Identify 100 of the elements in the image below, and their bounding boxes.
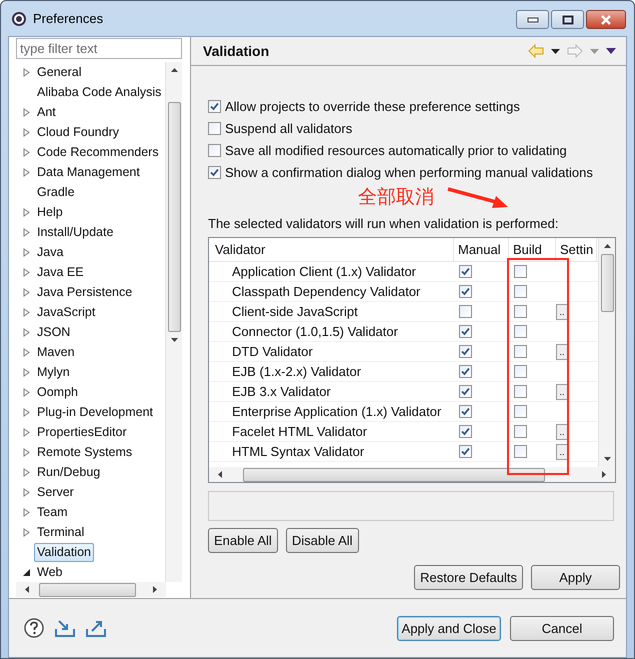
- checkbox[interactable]: [514, 385, 527, 398]
- dialog-button[interactable]: Apply and Close: [397, 616, 501, 640]
- checkbox[interactable]: [459, 405, 472, 418]
- tree-item[interactable]: Server: [34, 482, 77, 502]
- expand-arrow-icon[interactable]: [23, 288, 30, 296]
- expand-arrow-icon[interactable]: [23, 108, 30, 116]
- tree-item[interactable]: Cloud Foundry: [34, 122, 122, 142]
- checkbox[interactable]: [514, 325, 527, 338]
- expand-arrow-icon[interactable]: [23, 468, 30, 476]
- tree-item[interactable]: Oomph: [34, 382, 81, 402]
- tree-item[interactable]: Help: [34, 202, 66, 222]
- checkbox[interactable]: [459, 345, 472, 358]
- expand-arrow-icon[interactable]: [23, 268, 30, 276]
- scroll-thumb[interactable]: [243, 468, 545, 482]
- minimize-button[interactable]: [516, 10, 549, 29]
- tree-item[interactable]: Install/Update: [34, 222, 116, 242]
- import-icon[interactable]: [55, 619, 75, 637]
- checkbox[interactable]: [459, 325, 472, 338]
- tree-item[interactable]: Data Management: [34, 162, 143, 182]
- checkbox[interactable]: [459, 305, 472, 318]
- checkbox[interactable]: [514, 425, 527, 438]
- expand-arrow-icon[interactable]: [23, 208, 30, 216]
- checkbox[interactable]: [459, 385, 472, 398]
- expand-arrow-icon[interactable]: [23, 368, 30, 376]
- tree-item[interactable]: Code Recommenders: [34, 142, 162, 162]
- scroll-thumb[interactable]: [600, 254, 614, 312]
- checkbox[interactable]: [208, 100, 221, 112]
- tree-item[interactable]: Mylyn: [34, 362, 73, 382]
- checkbox[interactable]: [208, 122, 221, 134]
- checkbox[interactable]: [459, 365, 472, 378]
- export-icon[interactable]: [86, 619, 106, 637]
- tree-item[interactable]: Web: [34, 562, 66, 582]
- expand-arrow-icon[interactable]: [23, 168, 30, 176]
- caret-icon[interactable]: [551, 48, 560, 54]
- expand-arrow-icon[interactable]: [23, 508, 30, 516]
- tree-horizontal-scrollbar[interactable]: [16, 582, 166, 597]
- settings-button[interactable]: ..: [556, 444, 568, 460]
- filter-field[interactable]: type filter text: [16, 38, 182, 59]
- tree-item[interactable]: JavaScript: [34, 302, 98, 322]
- expand-arrow-icon[interactable]: [23, 348, 30, 356]
- expand-arrow-icon[interactable]: [23, 448, 30, 456]
- expand-arrow-icon[interactable]: [23, 248, 30, 256]
- tree-item[interactable]: Validation: [34, 542, 94, 562]
- expand-arrow-icon[interactable]: [23, 528, 30, 536]
- close-button[interactable]: [586, 10, 626, 29]
- checkbox[interactable]: [514, 365, 527, 378]
- checkbox[interactable]: [514, 405, 527, 418]
- tree-item[interactable]: Java Persistence: [34, 282, 136, 302]
- tree-scrollbar[interactable]: [165, 62, 182, 582]
- settings-button[interactable]: ..: [556, 384, 568, 400]
- tree-item[interactable]: Java: [34, 242, 66, 262]
- checkbox[interactable]: [514, 305, 527, 318]
- page-button[interactable]: Apply: [531, 565, 620, 590]
- tree-item[interactable]: Gradle: [34, 182, 78, 202]
- checkbox[interactable]: [459, 285, 472, 298]
- expand-arrow-icon[interactable]: [23, 428, 30, 436]
- tree-item[interactable]: Maven: [34, 342, 78, 362]
- checkbox[interactable]: [514, 265, 527, 278]
- expand-arrow-icon[interactable]: [23, 388, 30, 396]
- checkbox[interactable]: [514, 345, 527, 358]
- table-button[interactable]: Disable All: [286, 528, 359, 553]
- checkbox[interactable]: [459, 445, 472, 458]
- checkbox[interactable]: [208, 144, 221, 156]
- scroll-thumb[interactable]: [39, 582, 136, 596]
- help-icon[interactable]: [24, 618, 44, 638]
- collapse-arrow-icon[interactable]: [23, 568, 30, 576]
- checkbox[interactable]: [514, 445, 527, 458]
- tree-item[interactable]: PropertiesEditor: [34, 422, 130, 442]
- expand-arrow-icon[interactable]: [23, 68, 30, 76]
- expand-arrow-icon[interactable]: [23, 128, 30, 136]
- tree-item[interactable]: Java EE: [34, 262, 87, 282]
- column-header[interactable]: Settin: [556, 238, 597, 261]
- settings-button[interactable]: ..: [556, 344, 568, 360]
- table-scrollbar[interactable]: [598, 238, 615, 467]
- checkbox[interactable]: [514, 285, 527, 298]
- column-header[interactable]: Manual: [454, 238, 509, 261]
- column-header[interactable]: Build: [509, 238, 556, 261]
- expand-arrow-icon[interactable]: [23, 488, 30, 496]
- table-button[interactable]: Enable All: [208, 528, 278, 553]
- checkbox[interactable]: [459, 265, 472, 278]
- tree-item[interactable]: Ant: [34, 102, 59, 122]
- expand-arrow-icon[interactable]: [23, 308, 30, 316]
- dialog-button[interactable]: Cancel: [510, 616, 614, 640]
- expand-arrow-icon[interactable]: [23, 408, 30, 416]
- tree-item[interactable]: Remote Systems: [34, 442, 136, 462]
- maximize-button[interactable]: [551, 10, 584, 29]
- tree-item[interactable]: General: [34, 62, 84, 82]
- checkbox[interactable]: [208, 166, 221, 178]
- scroll-thumb[interactable]: [168, 102, 180, 332]
- expand-arrow-icon[interactable]: [23, 148, 30, 156]
- tree-item[interactable]: Terminal: [34, 522, 88, 542]
- back-arrow-icon[interactable]: [528, 44, 544, 58]
- expand-arrow-icon[interactable]: [23, 228, 30, 236]
- expand-arrow-icon[interactable]: [23, 328, 30, 336]
- tree-item[interactable]: Team: [34, 502, 71, 522]
- tree-item[interactable]: JSON: [34, 322, 74, 342]
- table-horizontal-scrollbar[interactable]: [209, 467, 615, 482]
- settings-button[interactable]: ..: [556, 304, 568, 320]
- checkbox[interactable]: [459, 425, 472, 438]
- tree-item[interactable]: Plug-in Development: [34, 402, 156, 422]
